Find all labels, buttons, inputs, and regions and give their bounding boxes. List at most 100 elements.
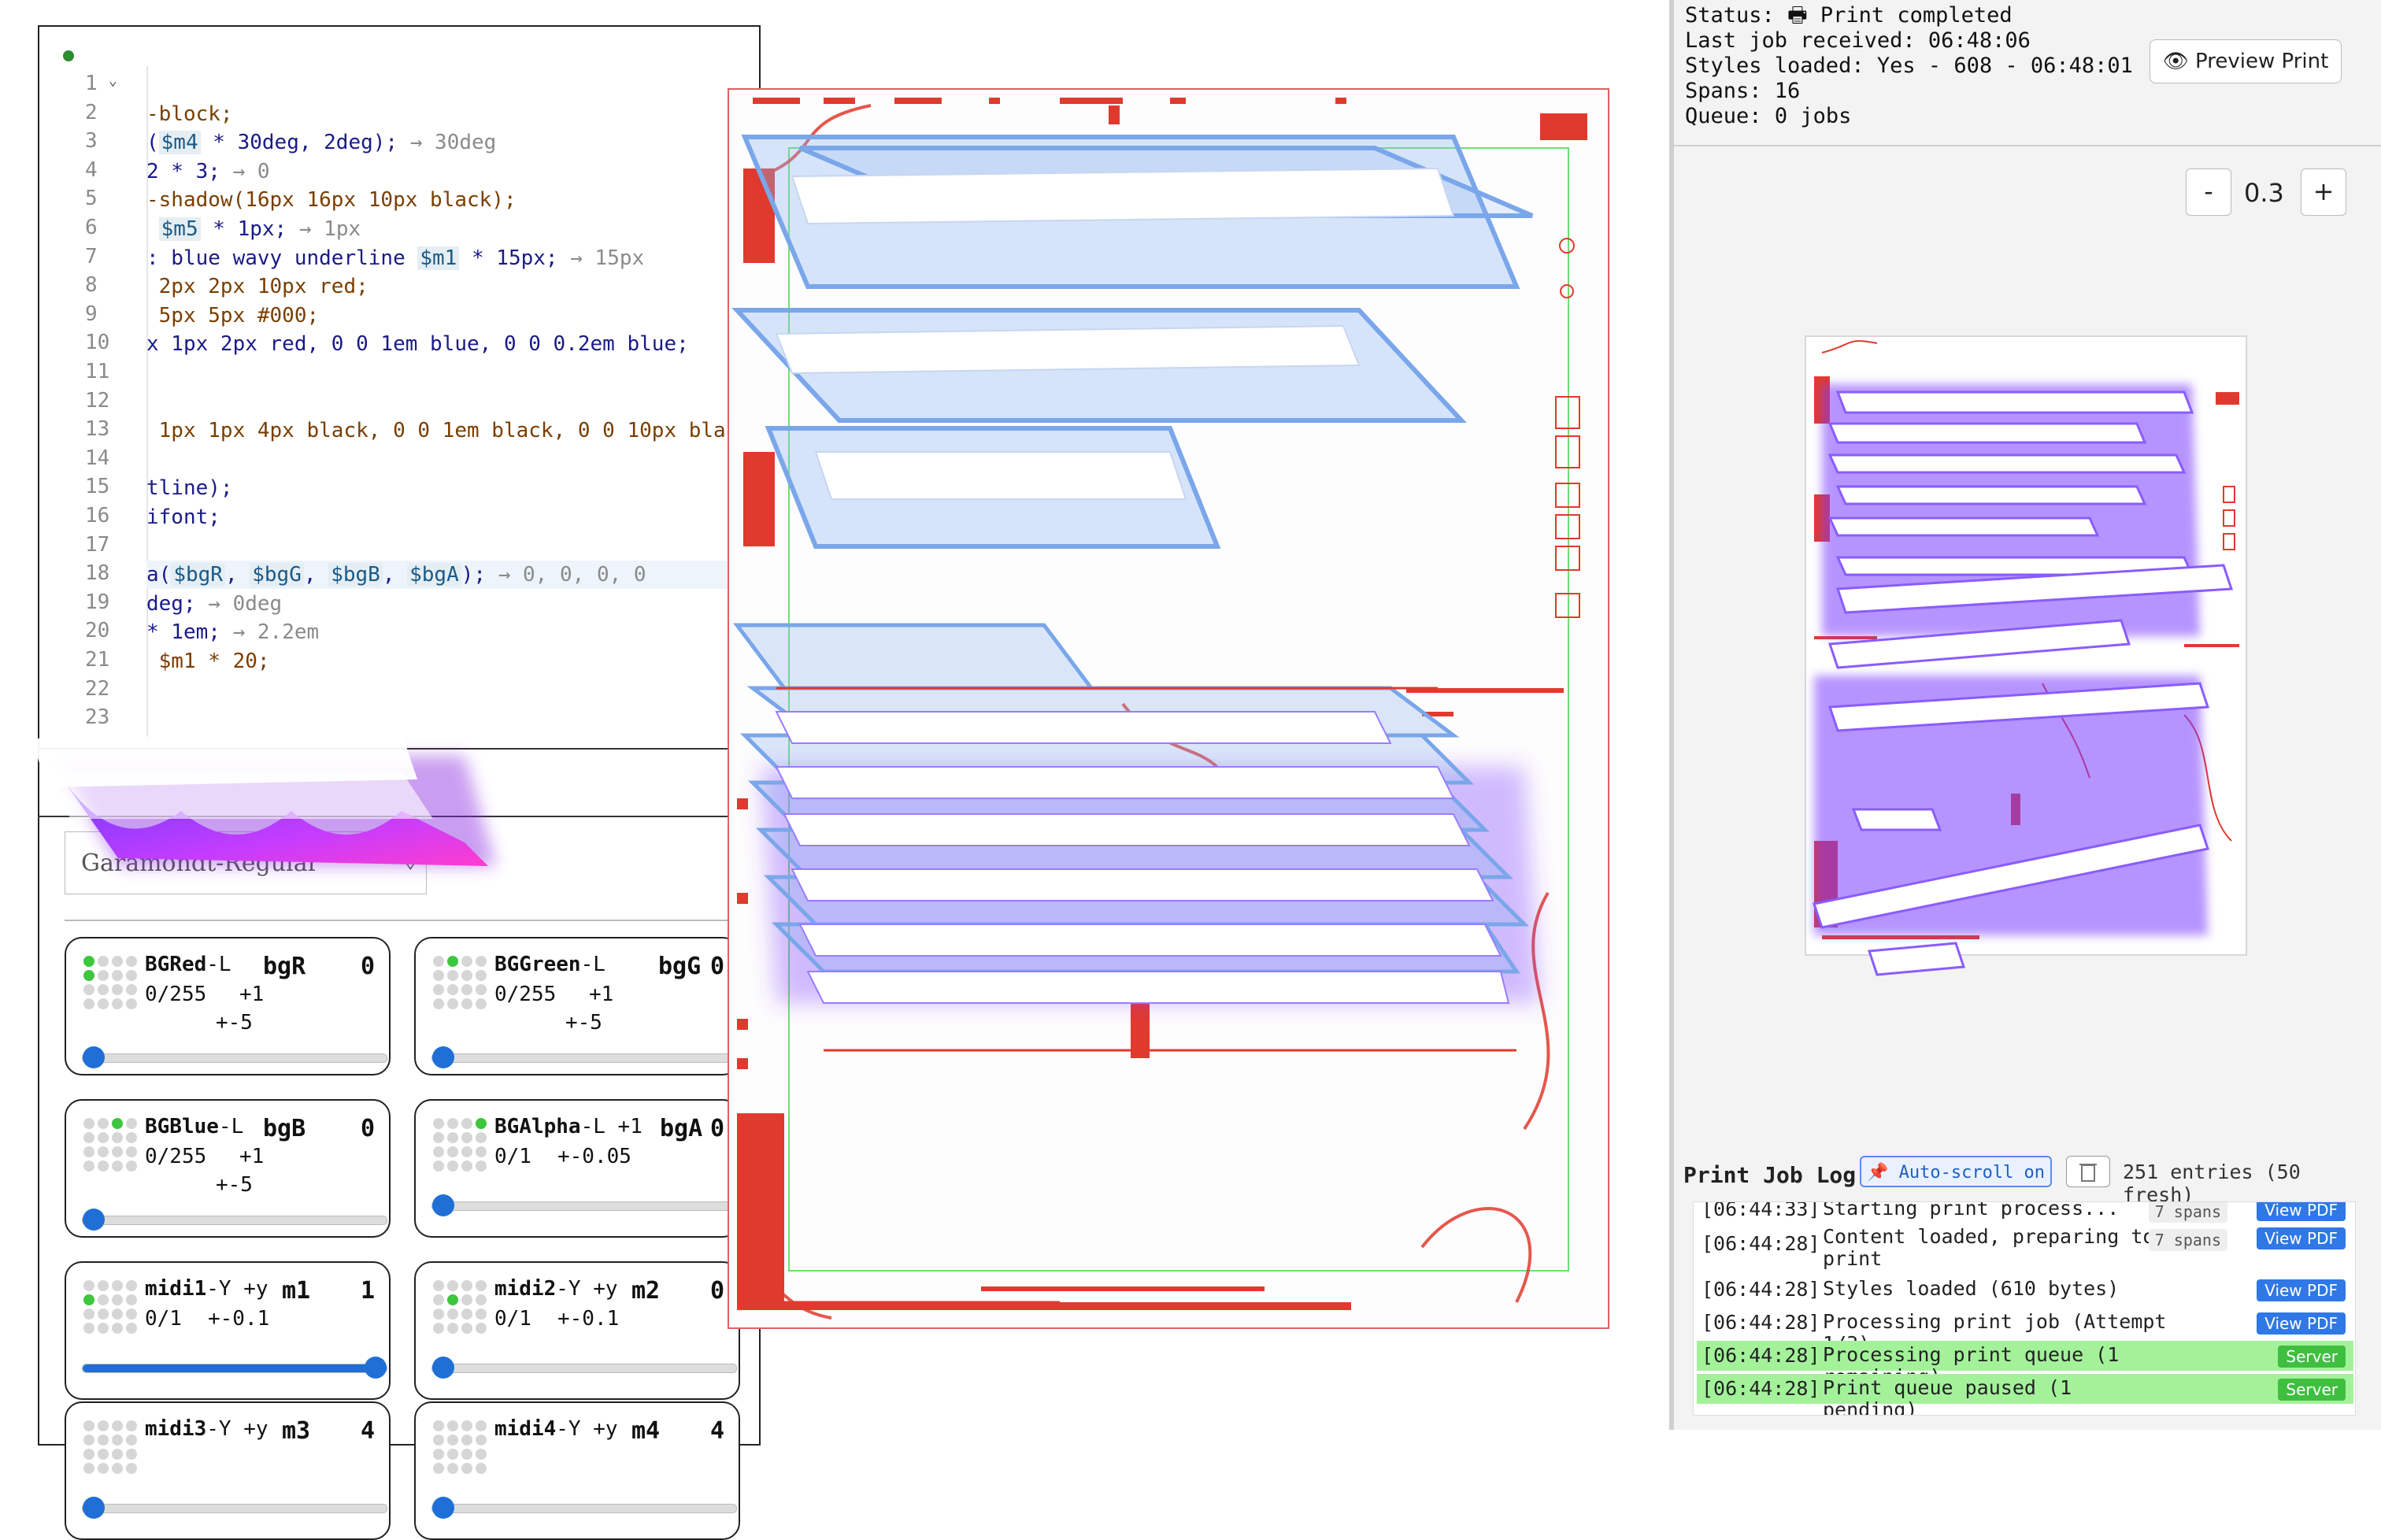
control-slider[interactable] [431, 1194, 737, 1216]
midi-pad-grid [433, 1280, 487, 1334]
control-slider[interactable] [431, 1357, 737, 1379]
control-slider[interactable] [431, 1497, 737, 1519]
variable-token: $bgA [407, 563, 461, 587]
clear-log-button[interactable] [2066, 1156, 2110, 1187]
auto-scroll-toggle[interactable]: 📌 Auto-scroll on [1860, 1156, 2052, 1187]
code-line[interactable]: $m5 * 1px; → 1px [146, 215, 361, 243]
control-slider[interactable] [82, 1046, 387, 1068]
control-variable: m2 [631, 1277, 661, 1305]
code-line[interactable]: : blue wavy underline $m1 * 15px; → 15px [146, 244, 644, 272]
code-line[interactable]: a($bgR, $bgG, $bgB, $bgA); → 0, 0, 0, 0 [146, 561, 729, 590]
code-line[interactable]: * 1em; → 2.2em [146, 618, 319, 646]
slider-fill [83, 1364, 387, 1372]
control-slider[interactable] [82, 1209, 387, 1231]
control-card-bgB: BGBlue-L bgB 0 0/255 +1 +-5 [65, 1099, 391, 1238]
pad-dot [126, 1118, 137, 1129]
code-token: * 1em; [146, 620, 233, 645]
log-message: Content loaded, preparing to print [1823, 1225, 2155, 1270]
control-step-large: +-5 [216, 1011, 253, 1035]
view-pdf-button[interactable]: View PDF [2257, 1279, 2346, 1301]
pad-dot [433, 1434, 444, 1446]
log-timestamp: [06:44:28] [1702, 1344, 1820, 1367]
slider-thumb[interactable] [83, 1046, 105, 1068]
code-line[interactable]: 1px 1px 4px black, 0 0 1em black, 0 0 10… [146, 416, 726, 445]
control-variable: bgG [658, 953, 702, 980]
inline-result-hint: → 2.2em [232, 620, 320, 645]
inline-result-hint: → 0deg [208, 591, 283, 616]
variable-token: $m4 [158, 131, 201, 155]
pad-dot [433, 1449, 444, 1460]
control-name: BGAlpha [494, 1115, 581, 1138]
pad-dot [83, 1449, 94, 1460]
view-pdf-button[interactable]: View PDF [2257, 1227, 2346, 1249]
line-number: 2 [85, 100, 98, 124]
pad-dot [126, 1449, 137, 1460]
code-line[interactable]: x 1px 2px red, 0 0 1em blue, 0 0 0.2em b… [146, 330, 689, 358]
code-line[interactable]: -shadow(16px 16px 10px black); [146, 186, 517, 214]
code-line[interactable]: deg; → 0deg [146, 590, 282, 618]
view-pdf-button[interactable]: View PDF [2257, 1202, 2346, 1221]
control-step: +-0.05 [557, 1145, 631, 1168]
code-token: ); [461, 563, 498, 587]
log-timestamp: [06:44:28] [1702, 1377, 1820, 1400]
code-line[interactable]: ifont; [146, 503, 220, 531]
slider-thumb[interactable] [432, 1357, 454, 1379]
pad-dot [126, 1309, 137, 1320]
code-line[interactable]: -block; [146, 100, 233, 128]
pad-dot [126, 1280, 137, 1291]
pad-dot [476, 998, 487, 1009]
code-line[interactable]: 2 * 3; → 0 [146, 157, 270, 186]
control-range: 0/255 [145, 983, 207, 1006]
control-value: 0 [709, 1277, 724, 1305]
control-title: BGAlpha-L +1 [494, 1115, 642, 1138]
view-pdf-button[interactable]: View PDF [2257, 1312, 2346, 1335]
zoom-out-button[interactable]: - [2186, 168, 2231, 216]
log-row: [06:44:28] Print queue paused (1 pending)… [1697, 1374, 2353, 1415]
control-variable: bgA [660, 1115, 703, 1142]
slider-thumb[interactable] [432, 1046, 454, 1068]
slider-thumb[interactable] [432, 1194, 454, 1216]
pad-dot [461, 970, 472, 981]
control-title: midi2-Y +y [494, 1277, 618, 1301]
code-line[interactable]: 2px 2px 10px red; [146, 272, 368, 301]
control-slider[interactable] [431, 1046, 737, 1068]
control-range: 0/255 [145, 1145, 207, 1168]
control-suffix: -L +1 [580, 1115, 642, 1138]
pad-dot [83, 1118, 94, 1129]
preview-print-button[interactable]: 👁 Preview Print [2150, 39, 2342, 83]
pad-dot [98, 1449, 109, 1460]
control-slider[interactable] [82, 1357, 387, 1379]
slider-thumb[interactable] [365, 1357, 387, 1379]
slider-thumb[interactable] [83, 1497, 105, 1519]
pad-dot [461, 1161, 472, 1172]
pad-dot [447, 1323, 458, 1334]
pad-dot [447, 1309, 458, 1320]
pad-dot [83, 1434, 94, 1446]
midi-pad-grid [433, 1118, 487, 1172]
pad-dot [433, 1309, 444, 1320]
code-line[interactable]: $m1 * 20; [146, 647, 270, 676]
slider-thumb[interactable] [432, 1497, 454, 1519]
queue-label: Queue: [1685, 104, 1762, 128]
code-token: 2px 2px 10px red; [146, 275, 368, 299]
pad-dot [83, 1132, 94, 1143]
control-name: midi3 [145, 1417, 207, 1441]
control-slider[interactable] [82, 1497, 387, 1519]
queue-value: 0 jobs [1774, 104, 1852, 128]
pad-dot [83, 1323, 94, 1334]
pad-dot [112, 1294, 123, 1305]
slider-thumb[interactable] [83, 1209, 105, 1231]
code-line[interactable]: ($m4 * 30deg, 2deg); → 30deg [146, 128, 496, 157]
code-editor[interactable]: -block;($m4 * 30deg, 2deg); → 30deg 2 * 3… [146, 71, 761, 740]
pad-dot [112, 1161, 123, 1172]
fold-chevron-icon[interactable]: ⌄ [109, 72, 117, 89]
control-name: BGRed [145, 953, 207, 976]
variable-token: $m1 [417, 246, 460, 270]
code-token: $m1 * 20; [146, 650, 270, 673]
zoom-in-button[interactable]: + [2301, 168, 2346, 216]
code-line[interactable]: tline); [146, 474, 233, 502]
code-token: , [382, 563, 408, 587]
code-line[interactable]: 5px 5px #000; [146, 302, 320, 330]
control-variable: m1 [282, 1277, 311, 1305]
control-card-bgA: BGAlpha-L +1 bgA 0 0/1 +-0.05 [414, 1099, 740, 1238]
